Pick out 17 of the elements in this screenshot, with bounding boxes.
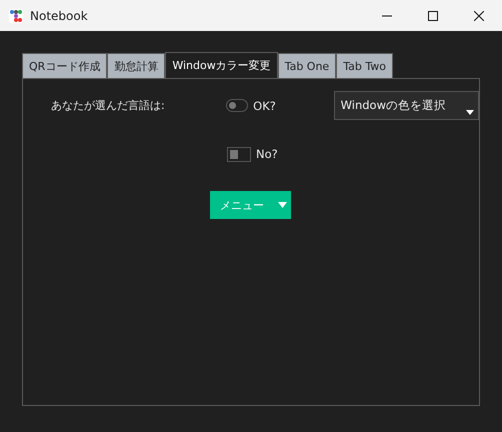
- close-icon: [474, 10, 484, 20]
- tab[interactable]: QRコード作成: [22, 53, 108, 78]
- tab[interactable]: Windowカラー変更: [165, 52, 278, 78]
- switch-label: No?: [256, 147, 278, 161]
- tab[interactable]: Tab One: [278, 53, 336, 78]
- maximize-icon: [428, 10, 438, 20]
- switch-label: OK?: [253, 98, 276, 112]
- tab[interactable]: Tab Two: [336, 53, 393, 78]
- toggle-switch[interactable]: [227, 146, 251, 162]
- color-dropdown[interactable]: Windowの色を選択: [334, 91, 479, 120]
- tab[interactable]: 勤怠計算: [107, 53, 166, 78]
- window-title: Notebook: [30, 8, 88, 22]
- toggle-switch[interactable]: [226, 99, 248, 112]
- caret-icon: [466, 110, 474, 115]
- dots-icon: [9, 8, 23, 22]
- prompt-label: あなたが選んだ言語は:: [51, 98, 166, 113]
- caret-icon: [278, 202, 287, 208]
